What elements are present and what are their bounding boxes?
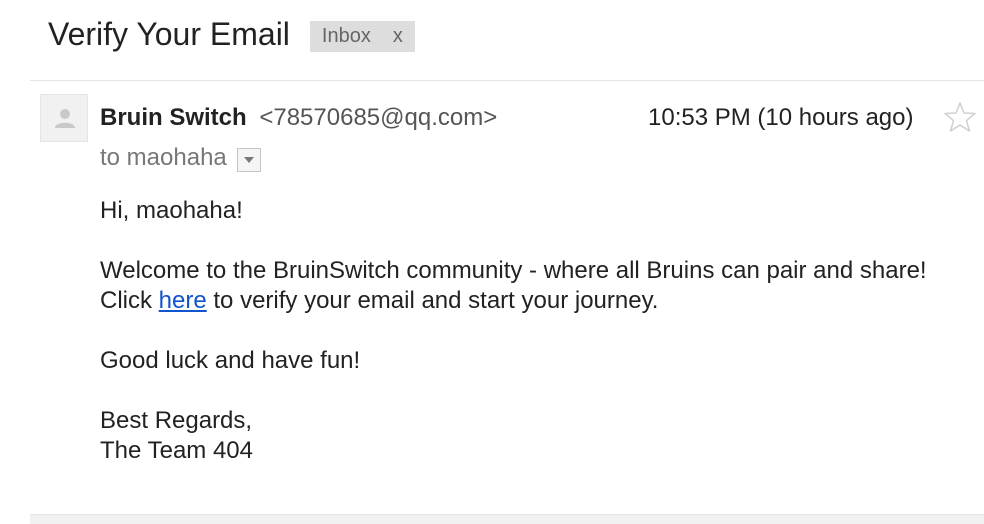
sender-row: Bruin Switch <78570685@qq.com> [100, 103, 497, 133]
subject-row: Verify Your Email Inbox x [48, 14, 415, 54]
verify-prefix: Click [100, 287, 152, 314]
signoff-line-1: Best Regards, [100, 407, 253, 434]
show-details-button[interactable] [236, 147, 261, 172]
star-button[interactable] [943, 100, 977, 134]
verify-line: Click here to verify your email and star… [100, 286, 927, 316]
email-body: Hi, maohaha! Welcome to the BruinSwitch … [100, 196, 927, 466]
inbox-label-chip[interactable]: Inbox x [309, 20, 415, 52]
label-text: Inbox [321, 24, 371, 47]
welcome-line: Welcome to the BruinSwitch community - w… [100, 257, 927, 284]
good-luck-line: Good luck and have fun! [100, 347, 361, 374]
footer-divider [30, 514, 984, 524]
star-icon [944, 102, 976, 132]
recipient-row: to maohaha [100, 143, 261, 173]
recipient-text: to maohaha [100, 144, 227, 171]
email-subject: Verify Your Email [48, 16, 290, 52]
timestamp: 10:53 PM (10 hours ago) [648, 104, 914, 131]
verify-link[interactable]: here [159, 287, 207, 314]
header-divider [30, 80, 984, 81]
signoff-line-2: The Team 404 [100, 437, 253, 464]
verify-suffix: to verify your email and start your jour… [213, 287, 659, 314]
greeting-line: Hi, maohaha! [100, 197, 243, 224]
person-icon [55, 109, 75, 128]
sender-name[interactable]: Bruin Switch [100, 104, 247, 131]
sender-email: <78570685@qq.com> [259, 104, 498, 131]
dropdown-arrow-icon [243, 156, 254, 163]
remove-label-button[interactable]: x [393, 21, 403, 52]
avatar[interactable] [40, 94, 88, 142]
